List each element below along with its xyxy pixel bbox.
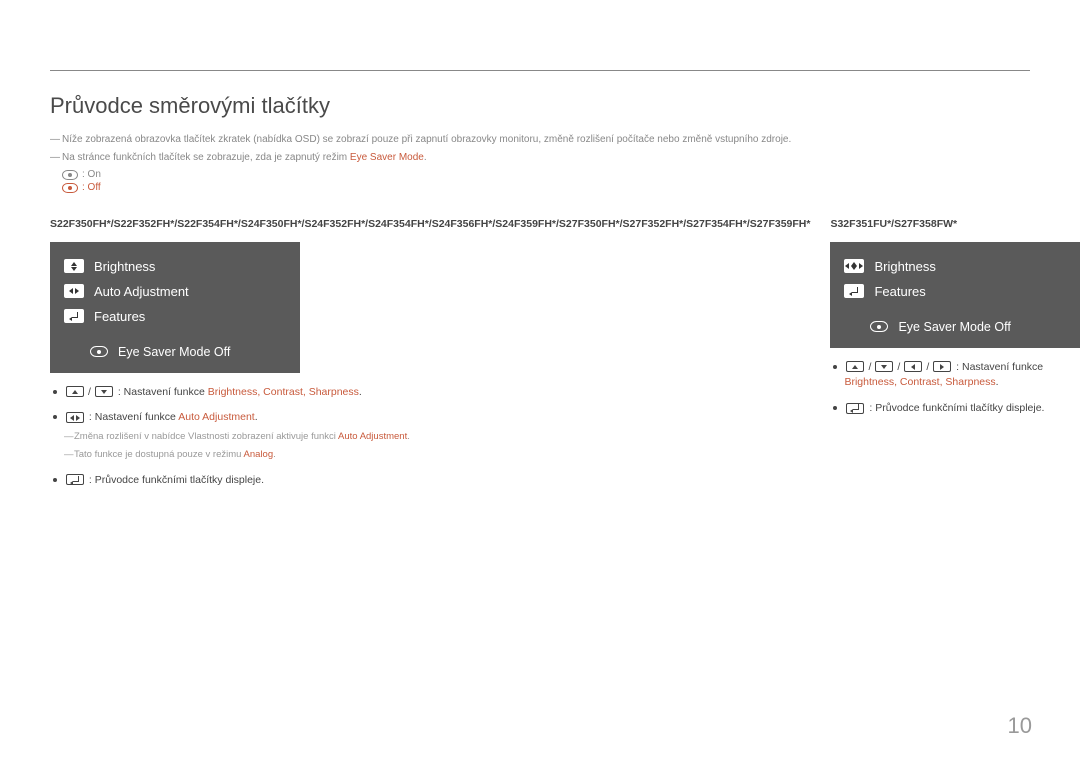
eye-status-icon: [90, 346, 108, 357]
eye-on-label: : On: [82, 169, 101, 180]
key-leftright-icon: [66, 412, 84, 423]
two-columns: S22F350FH*/S22F352FH*/S22F354FH*/S24F350…: [50, 217, 1030, 498]
note-eyesaver-prefix: Na stránce funkčních tlačítek se zobrazu…: [62, 152, 350, 163]
left-b2-sub1: Změna rozlišení v nabídce Vlastnosti zob…: [64, 430, 810, 444]
eye-on-icon: [62, 170, 78, 180]
key-left-icon: [904, 361, 922, 372]
left-b1-prefix: : Nastavení funkce: [118, 386, 208, 398]
left-osd-row-auto: Auto Adjustment: [64, 279, 286, 304]
right-models: S32F351FU*/S27F358FW*: [830, 217, 1080, 232]
left-osd-box: Brightness Auto Adjustment Features: [50, 242, 300, 373]
left-osd-status: Eye Saver Mode Off: [64, 335, 286, 359]
right-b2-text: : Průvodce funkčními tlačítky displeje.: [869, 402, 1044, 414]
eye-off-label: : Off: [82, 182, 101, 193]
left-osd-status-label: Eye Saver Mode Off: [118, 345, 230, 359]
key-enter-icon: [846, 403, 864, 414]
left-b2-sub2-prefix: Tato funkce je dostupná pouze v režimu: [74, 449, 244, 460]
right-b1-hl: Brightness, Contrast, Sharpness: [844, 376, 995, 388]
right-osd-status-label: Eye Saver Mode Off: [898, 320, 1010, 334]
left-b2-sub1-prefix: Změna rozlišení v nabídce Vlastnosti zob…: [74, 431, 338, 442]
left-bullet-1: / : Nastavení funkce Brightness, Contras…: [50, 385, 810, 401]
eye-on-line: : On: [50, 169, 1030, 180]
right-osd-features-label: Features: [874, 284, 925, 299]
left-bullet-2: : Nastavení funkce Auto Adjustment. Změn…: [50, 410, 810, 462]
left-models: S22F350FH*/S22F352FH*/S22F354FH*/S24F350…: [50, 217, 810, 232]
right-b1-prefix: : Nastavení funkce: [956, 361, 1043, 373]
left-b2-sub2-suffix: .: [273, 449, 276, 460]
left-b2-sub2-hl: Analog: [244, 449, 274, 460]
key-down-icon: [95, 386, 113, 397]
right-osd-row-features: Features: [844, 279, 1066, 304]
right-osd-status: Eye Saver Mode Off: [844, 310, 1066, 334]
left-b1-suffix: .: [359, 386, 362, 398]
eye-status-icon: [870, 321, 888, 332]
left-osd-row-brightness: Brightness: [64, 254, 286, 279]
left-b2-hl: Auto Adjustment: [178, 411, 254, 423]
up-down-icon: [64, 259, 84, 273]
left-osd-row-features: Features: [64, 304, 286, 329]
eye-off-icon: [62, 183, 78, 193]
right-osd-brightness-label: Brightness: [874, 259, 935, 274]
note-eyesaver-suffix: .: [424, 152, 427, 163]
key-up-icon: [846, 361, 864, 372]
left-b1-hl: Brightness, Contrast, Sharpness: [208, 386, 359, 398]
eye-off-line: : Off: [50, 182, 1030, 193]
key-right-icon: [933, 361, 951, 372]
right-column: S32F351FU*/S27F358FW* Brightness: [830, 217, 1080, 498]
note-eyesaver: Na stránce funkčních tlačítek se zobrazu…: [50, 151, 1030, 165]
right-bullet-2: : Průvodce funkčními tlačítky displeje.: [830, 401, 1080, 417]
left-right-icon: [64, 284, 84, 298]
left-b2-suffix: .: [255, 411, 258, 423]
key-down-icon: [875, 361, 893, 372]
page-title: Průvodce směrovými tlačítky: [50, 93, 1030, 119]
left-bullet-3: : Průvodce funkčními tlačítky displeje.: [50, 473, 810, 489]
left-b2-sub1-suffix: .: [407, 431, 410, 442]
enter-icon: [64, 309, 84, 323]
left-b3-text: : Průvodce funkčními tlačítky displeje.: [89, 474, 264, 486]
left-osd-auto-label: Auto Adjustment: [94, 284, 189, 299]
note-osd-condition: Níže zobrazená obrazovka tlačítek zkrate…: [50, 133, 1030, 147]
key-enter-icon: [66, 474, 84, 485]
four-way-icon: [844, 259, 864, 273]
left-bullets: / : Nastavení funkce Brightness, Contras…: [50, 385, 810, 489]
right-osd-box: Brightness Features Eye Saver Mode Off: [830, 242, 1080, 348]
left-b2-prefix: : Nastavení funkce: [89, 411, 178, 423]
note-eyesaver-hl: Eye Saver Mode: [350, 152, 424, 163]
left-b2-sub2: Tato funkce je dostupná pouze v režimu A…: [64, 448, 810, 462]
right-bullet-1: /// : Nastavení funkce Brightness, Contr…: [830, 360, 1080, 392]
left-osd-brightness-label: Brightness: [94, 259, 155, 274]
right-b1-suffix: .: [996, 376, 999, 388]
manual-page: Průvodce směrovými tlačítky Níže zobraze…: [0, 0, 1080, 498]
left-b2-sub1-hl: Auto Adjustment: [338, 431, 407, 442]
left-column: S22F350FH*/S22F352FH*/S22F354FH*/S24F350…: [50, 217, 810, 498]
right-bullets: /// : Nastavení funkce Brightness, Contr…: [830, 360, 1080, 417]
top-rule: [50, 70, 1030, 71]
right-osd-row-brightness: Brightness: [844, 254, 1066, 279]
key-up-icon: [66, 386, 84, 397]
page-number: 10: [1008, 713, 1032, 739]
enter-icon: [844, 284, 864, 298]
left-osd-features-label: Features: [94, 309, 145, 324]
